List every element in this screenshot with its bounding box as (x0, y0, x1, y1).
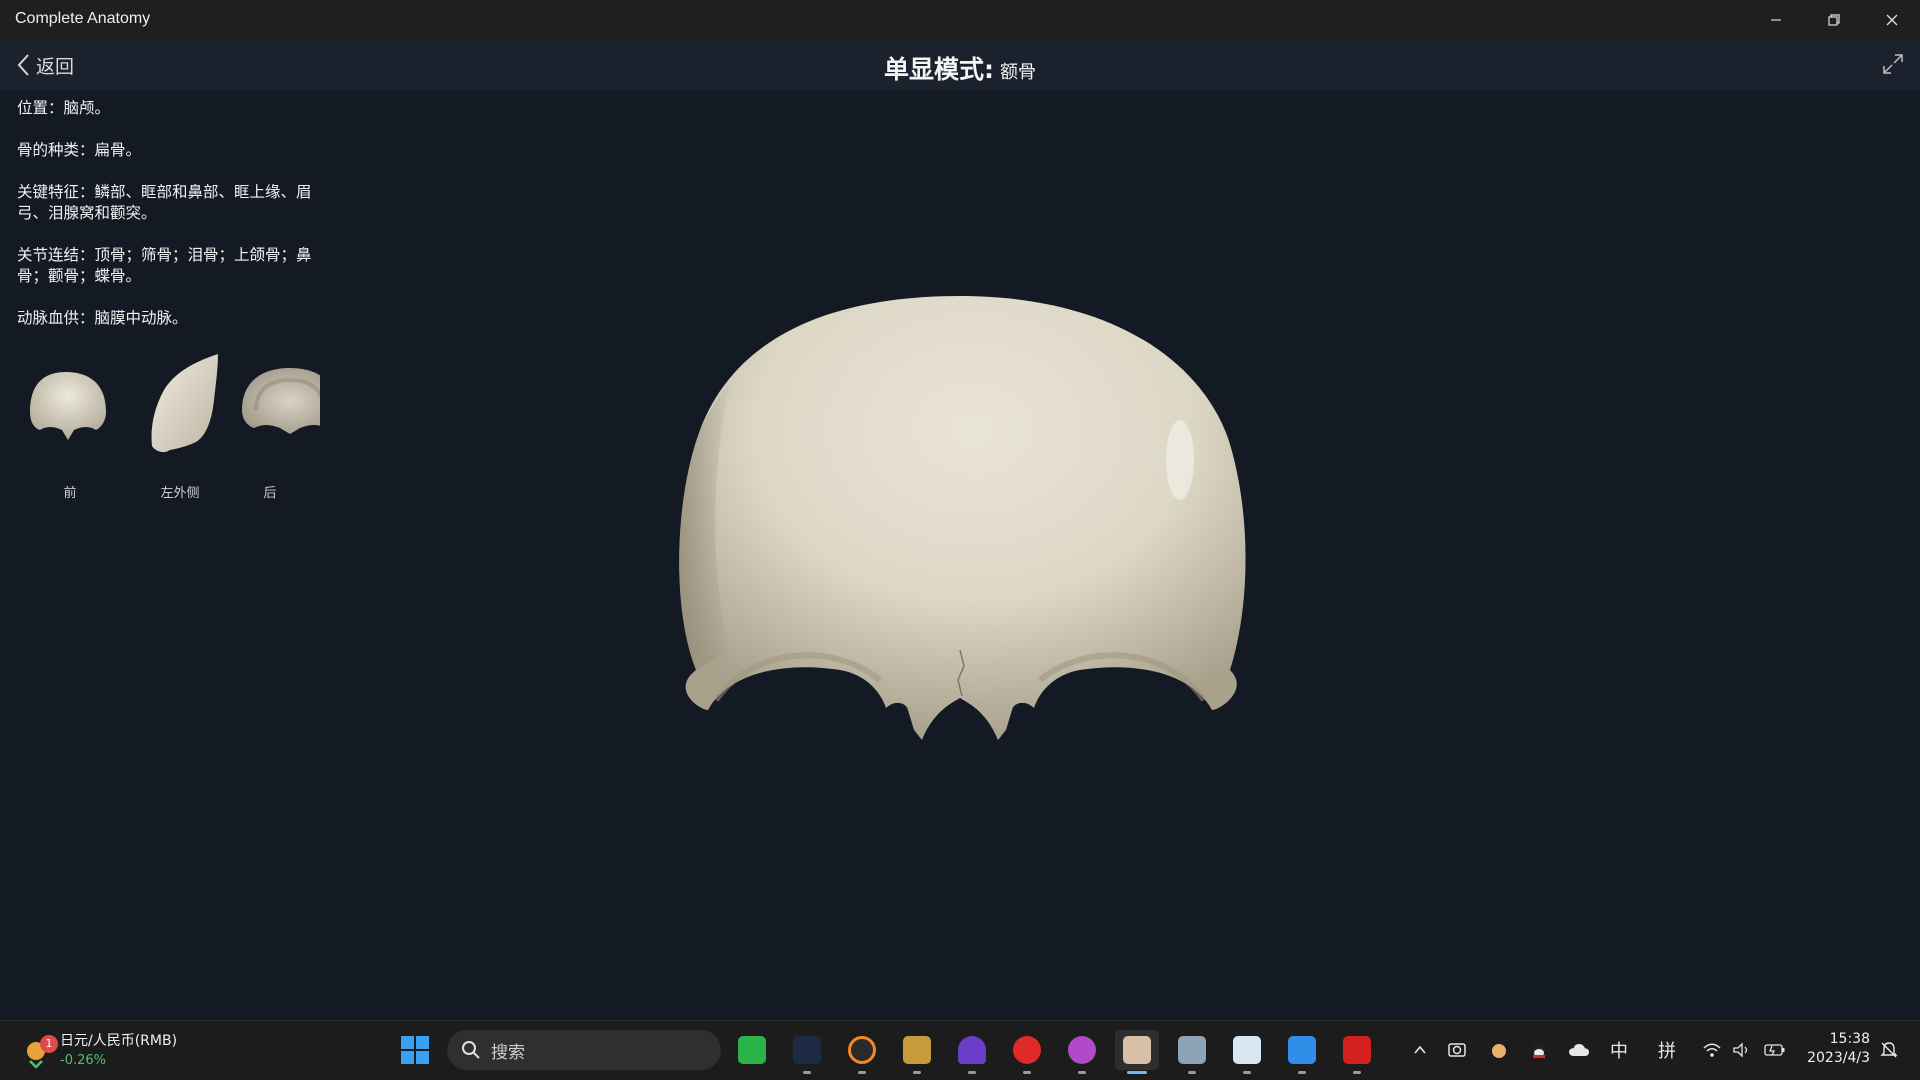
g-app-icon (848, 1036, 876, 1064)
tray-chevron-up-icon[interactable] (1405, 1030, 1435, 1070)
taskbar-app-2[interactable] (785, 1030, 829, 1074)
fullscreen-icon[interactable] (1881, 52, 1905, 76)
search-placeholder: 搜索 (491, 1042, 525, 1063)
notification-bell-icon[interactable] (1874, 1030, 1904, 1070)
gear-app-icon (1178, 1036, 1206, 1064)
mode-subject: 额骨 (1000, 62, 1036, 83)
close-button[interactable] (1864, 0, 1920, 40)
tray-cat-icon[interactable] (1484, 1030, 1514, 1070)
view-label-posterior: 后 (263, 486, 277, 500)
tray-cloud-icon[interactable] (1564, 1030, 1594, 1070)
battery-icon[interactable] (1760, 1030, 1790, 1070)
taskbar-app-1[interactable] (730, 1030, 774, 1070)
frontal-bone-lateral-thumbnail (151, 354, 218, 453)
blue-app-icon (1288, 1036, 1316, 1064)
complete-anatomy-icon (1123, 1036, 1151, 1064)
widget-change: -0.26% (60, 1053, 106, 1068)
taskbar-app-7[interactable] (1060, 1030, 1104, 1074)
taskbar-app-4[interactable] (895, 1030, 939, 1074)
taskbar-search[interactable]: 搜索 (447, 1030, 721, 1070)
info-bone-type: 骨的种类：扁骨。 (17, 141, 142, 159)
volume-icon[interactable] (1728, 1030, 1756, 1070)
taskbar-app-acrobat[interactable] (1335, 1030, 1379, 1074)
purple-app-icon (1068, 1036, 1096, 1064)
frontal-bone-posterior-thumbnail (242, 368, 320, 434)
frontal-bone-3d-model[interactable] (660, 270, 1260, 780)
ime-pinyin-indicator[interactable]: 拼 (1652, 1030, 1682, 1070)
taskbar-app-11[interactable] (1280, 1030, 1324, 1074)
taskbar-app-5[interactable] (950, 1030, 994, 1074)
taskbar-app-3[interactable] (840, 1030, 884, 1074)
view-thumbnails: 前 左外侧 后 (20, 350, 320, 510)
title-bar: Complete Anatomy (0, 0, 1920, 40)
info-blood-supply: 动脉血供：脑膜中动脉。 (17, 309, 188, 327)
restore-icon (1828, 14, 1840, 26)
close-icon (1886, 14, 1898, 26)
clock-time: 15:38 (1829, 1031, 1870, 1047)
clock-date: 2023/4/3 (1807, 1050, 1870, 1066)
crystal-app-icon (958, 1036, 986, 1064)
league-icon (903, 1036, 931, 1064)
cat-app-icon (793, 1036, 821, 1064)
widget-title: 日元/人民币(RMB) (60, 1033, 178, 1049)
chart-app-icon (1233, 1036, 1261, 1064)
mode-label: 单显模式: (884, 55, 994, 84)
frontal-bone-anterior-thumbnail (30, 372, 106, 440)
view-anterior[interactable]: 前 (20, 350, 120, 501)
green-app-icon (738, 1036, 766, 1064)
app-header: 返回 单显模式: 额骨 (0, 40, 1920, 90)
taskbar-app-10[interactable] (1225, 1030, 1269, 1074)
currency-widget[interactable]: 1 日元/人民币(RMB) -0.26% (20, 1029, 177, 1073)
currency-widget-icon: 1 (20, 1033, 58, 1069)
netease-music-icon (1013, 1036, 1041, 1064)
tray-qq-icon[interactable] (1524, 1030, 1554, 1070)
view-left-lateral[interactable]: 左外侧 (130, 350, 230, 501)
minimize-button[interactable] (1748, 0, 1804, 40)
notification-badge: 1 (40, 1035, 58, 1053)
info-key-features: 关键特征：鳞部、眶部和鼻部、眶上缘、眉弓、泪腺窝和颧突。 (17, 183, 312, 222)
info-articulations: 关节连结：顶骨；筛骨；泪骨；上颌骨；鼻骨；颧骨；蝶骨。 (17, 246, 312, 285)
wifi-icon[interactable] (1698, 1030, 1726, 1070)
ime-chinese-indicator[interactable]: 中 (1604, 1030, 1634, 1070)
search-icon (462, 1041, 480, 1059)
restore-button[interactable] (1806, 0, 1862, 40)
windows-start-icon[interactable] (400, 1035, 430, 1065)
info-location: 位置：脑颅。 (17, 99, 111, 117)
taskbar-app-9[interactable] (1170, 1030, 1214, 1074)
bone-info-panel: 位置：脑颅。 骨的种类：扁骨。 关键特征：鳞部、眶部和鼻部、眶上缘、眉弓、泪腺窝… (17, 98, 317, 350)
view-label-anterior: 前 (63, 486, 77, 501)
tray-camera-icon[interactable] (1442, 1030, 1472, 1070)
view-posterior[interactable]: 后 (240, 350, 320, 500)
taskbar-app-6[interactable] (1005, 1030, 1049, 1074)
minimize-icon (1771, 19, 1781, 21)
page-title: 单显模式: 额骨 (0, 50, 1920, 86)
taskbar-app-complete-anatomy[interactable] (1115, 1030, 1159, 1074)
view-label-left-lateral: 左外侧 (160, 486, 200, 501)
app-title: Complete Anatomy (15, 10, 151, 27)
pdf-icon (1343, 1036, 1371, 1064)
taskbar-clock[interactable]: 15:38 2023/4/3 (1800, 1030, 1870, 1068)
